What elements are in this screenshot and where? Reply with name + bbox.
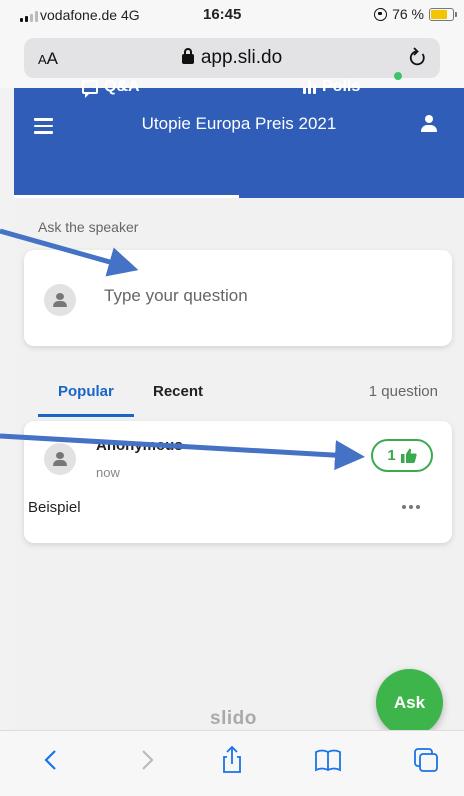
question-author: Anonymous: [96, 437, 183, 454]
question-text: Beispiel: [28, 499, 81, 516]
ask-button[interactable]: Ask: [376, 669, 443, 736]
clock: 16:45: [203, 6, 242, 23]
browser-address-area: AA app.sli.do: [0, 34, 464, 88]
carrier-label: vodafone.de 4G: [40, 7, 140, 23]
ask-label: Ask the speaker: [38, 219, 139, 235]
battery-level: [431, 9, 447, 19]
slido-logo: slido: [210, 708, 257, 729]
battery-percent: 76 %: [392, 6, 424, 22]
user-icon[interactable]: [421, 115, 437, 133]
polls-icon: [303, 80, 316, 94]
more-icon[interactable]: [402, 505, 420, 509]
back-icon[interactable]: [36, 745, 66, 775]
battery-icon: [429, 7, 457, 21]
tab-polls-label: Polls: [322, 78, 361, 95]
bookmarks-icon[interactable]: [313, 745, 343, 775]
event-title: Utopie Europa Preis 2021: [141, 114, 337, 133]
avatar: [44, 443, 76, 475]
question-count: 1 question: [368, 383, 438, 400]
thumbs-up-icon: [400, 448, 417, 463]
like-button[interactable]: 1: [371, 439, 433, 472]
lock-icon: [181, 48, 194, 64]
avatar: [44, 284, 76, 316]
address-bar[interactable]: AA app.sli.do: [24, 38, 440, 78]
status-right: 76 %: [374, 6, 457, 22]
ask-card[interactable]: Type your question: [24, 250, 452, 346]
tab-popular[interactable]: Popular: [58, 383, 114, 400]
new-poll-indicator: [394, 72, 402, 80]
tab-qa[interactable]: Q&A: [82, 78, 140, 110]
tab-recent[interactable]: Recent: [153, 383, 203, 400]
sort-tab-indicator: [38, 414, 134, 417]
question-input[interactable]: Type your question: [104, 286, 248, 306]
share-icon[interactable]: [217, 745, 247, 775]
question-card: Anonymous now 1 Beispiel: [24, 421, 452, 543]
qa-icon: [82, 80, 98, 98]
tab-qa-label: Q&A: [104, 78, 140, 95]
question-time: now: [96, 465, 120, 480]
tabs-icon[interactable]: [411, 745, 441, 775]
status-bar: vodafone.de 4G 16:45 76 %: [0, 0, 464, 34]
orientation-lock-icon: [374, 7, 388, 21]
url-display[interactable]: app.sli.do: [24, 47, 440, 69]
url-text: app.sli.do: [200, 47, 283, 68]
browser-toolbar: [0, 730, 464, 796]
tab-polls[interactable]: Polls: [303, 78, 360, 110]
forward-icon[interactable]: [132, 745, 162, 775]
like-count: 1: [387, 447, 396, 464]
reload-icon[interactable]: [408, 46, 428, 68]
signal-icon: [20, 11, 38, 22]
